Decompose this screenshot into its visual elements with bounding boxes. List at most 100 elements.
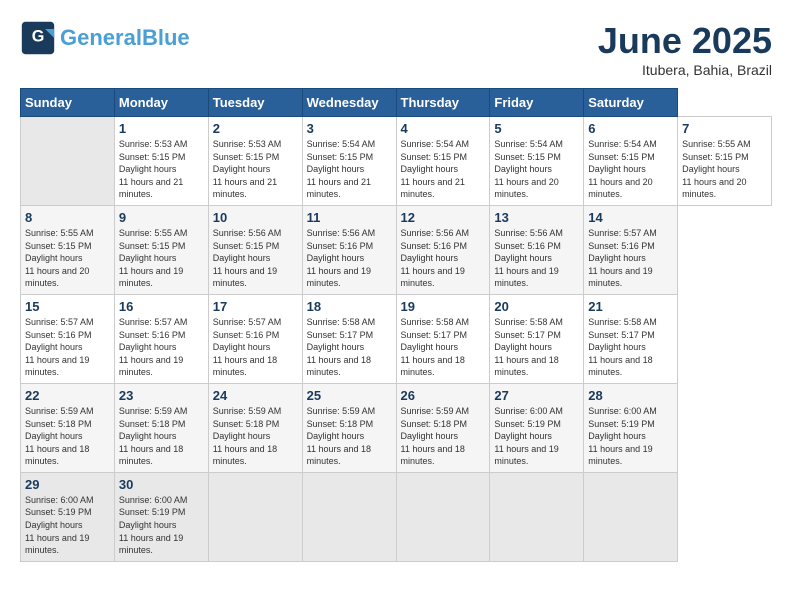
header-monday: Monday bbox=[114, 89, 208, 117]
day-info: Sunrise: 6:00 AMSunset: 5:19 PMDaylight … bbox=[494, 405, 579, 468]
day-info: Sunrise: 5:54 AMSunset: 5:15 PMDaylight … bbox=[494, 138, 579, 201]
day-info: Sunrise: 5:57 AMSunset: 5:16 PMDaylight … bbox=[25, 316, 110, 379]
day-info: Sunrise: 5:56 AMSunset: 5:15 PMDaylight … bbox=[213, 227, 298, 290]
day-cell: 28 Sunrise: 6:00 AMSunset: 5:19 PMDayligh… bbox=[584, 383, 678, 472]
header-sunday: Sunday bbox=[21, 89, 115, 117]
day-info: Sunrise: 5:58 AMSunset: 5:17 PMDaylight … bbox=[588, 316, 673, 379]
day-number: 26 bbox=[401, 388, 486, 403]
day-info: Sunrise: 5:56 AMSunset: 5:16 PMDaylight … bbox=[307, 227, 392, 290]
calendar-subtitle: Itubera, Bahia, Brazil bbox=[598, 62, 772, 78]
day-cell: 17 Sunrise: 5:57 AMSunset: 5:16 PMDayligh… bbox=[208, 294, 302, 383]
day-info: Sunrise: 5:59 AMSunset: 5:18 PMDaylight … bbox=[307, 405, 392, 468]
day-cell: 16Sunrise: 5:57 AMSunset: 5:16 PMDayligh… bbox=[114, 294, 208, 383]
day-cell bbox=[21, 117, 115, 206]
day-info: Sunrise: 5:57 AMSunset: 5:16 PMDaylight … bbox=[213, 316, 298, 379]
calendar-title: June 2025 bbox=[598, 20, 772, 62]
day-info: Sunrise: 5:59 AMSunset: 5:18 PMDaylight … bbox=[213, 405, 298, 468]
day-info: Sunrise: 5:56 AMSunset: 5:16 PMDaylight … bbox=[494, 227, 579, 290]
header-saturday: Saturday bbox=[584, 89, 678, 117]
day-number: 28 bbox=[588, 388, 673, 403]
day-number: 2 bbox=[213, 121, 298, 136]
day-number: 5 bbox=[494, 121, 579, 136]
week-row-1: 1 Sunrise: 5:53 AMSunset: 5:15 PMDaylight… bbox=[21, 117, 772, 206]
week-row-3: 15 Sunrise: 5:57 AMSunset: 5:16 PMDayligh… bbox=[21, 294, 772, 383]
day-cell: 19Sunrise: 5:58 AMSunset: 5:17 PMDayligh… bbox=[396, 294, 490, 383]
day-info: Sunrise: 5:55 AMSunset: 5:15 PMDaylight … bbox=[25, 227, 110, 290]
day-info: Sunrise: 5:54 AMSunset: 5:15 PMDaylight … bbox=[588, 138, 673, 201]
day-cell: 5 Sunrise: 5:54 AMSunset: 5:15 PMDaylight… bbox=[490, 117, 584, 206]
day-number: 27 bbox=[494, 388, 579, 403]
day-cell: 29 Sunrise: 6:00 AMSunset: 5:19 PMDayligh… bbox=[21, 472, 115, 561]
day-number: 13 bbox=[494, 210, 579, 225]
day-cell bbox=[208, 472, 302, 561]
day-cell: 11 Sunrise: 5:56 AMSunset: 5:16 PMDayligh… bbox=[302, 205, 396, 294]
header-wednesday: Wednesday bbox=[302, 89, 396, 117]
day-info: Sunrise: 5:57 AMSunset: 5:16 PMDaylight … bbox=[588, 227, 673, 290]
day-info: Sunrise: 5:55 AMSunset: 5:15 PMDaylight … bbox=[119, 227, 204, 290]
day-cell: 25 Sunrise: 5:59 AMSunset: 5:18 PMDayligh… bbox=[302, 383, 396, 472]
day-cell: 24Sunrise: 5:59 AMSunset: 5:18 PMDayligh… bbox=[208, 383, 302, 472]
week-row-5: 29 Sunrise: 6:00 AMSunset: 5:19 PMDayligh… bbox=[21, 472, 772, 561]
day-number: 10 bbox=[213, 210, 298, 225]
day-cell: 3 Sunrise: 5:54 AMSunset: 5:15 PMDaylight… bbox=[302, 117, 396, 206]
day-cell: 30Sunrise: 6:00 AMSunset: 5:19 PMDayligh… bbox=[114, 472, 208, 561]
day-cell: 15 Sunrise: 5:57 AMSunset: 5:16 PMDayligh… bbox=[21, 294, 115, 383]
logo-text: GeneralBlue bbox=[60, 26, 190, 50]
day-cell: 26 Sunrise: 5:59 AMSunset: 5:18 PMDayligh… bbox=[396, 383, 490, 472]
day-info: Sunrise: 5:54 AMSunset: 5:15 PMDaylight … bbox=[307, 138, 392, 201]
day-info: Sunrise: 5:53 AMSunset: 5:15 PMDaylight … bbox=[119, 138, 204, 201]
day-number: 8 bbox=[25, 210, 110, 225]
day-cell: 2 Sunrise: 5:53 AMSunset: 5:15 PMDaylight… bbox=[208, 117, 302, 206]
day-info: Sunrise: 5:54 AMSunset: 5:15 PMDaylight … bbox=[401, 138, 486, 201]
day-number: 23 bbox=[119, 388, 204, 403]
day-number: 17 bbox=[213, 299, 298, 314]
day-number: 19 bbox=[401, 299, 486, 314]
day-cell: 14 Sunrise: 5:57 AMSunset: 5:16 PMDayligh… bbox=[584, 205, 678, 294]
day-info: Sunrise: 5:58 AMSunset: 5:17 PMDaylight … bbox=[307, 316, 392, 379]
day-number: 14 bbox=[588, 210, 673, 225]
day-number: 18 bbox=[307, 299, 392, 314]
day-number: 12 bbox=[401, 210, 486, 225]
day-number: 16 bbox=[119, 299, 204, 314]
day-info: Sunrise: 6:00 AMSunset: 5:19 PMDaylight … bbox=[25, 494, 110, 557]
day-number: 6 bbox=[588, 121, 673, 136]
day-info: Sunrise: 6:00 AMSunset: 5:19 PMDaylight … bbox=[119, 494, 204, 557]
day-number: 29 bbox=[25, 477, 110, 492]
day-number: 21 bbox=[588, 299, 673, 314]
header-thursday: Thursday bbox=[396, 89, 490, 117]
day-number: 25 bbox=[307, 388, 392, 403]
day-cell bbox=[302, 472, 396, 561]
logo-icon: G bbox=[20, 20, 56, 56]
day-number: 15 bbox=[25, 299, 110, 314]
day-cell: 18 Sunrise: 5:58 AMSunset: 5:17 PMDayligh… bbox=[302, 294, 396, 383]
day-info: Sunrise: 5:56 AMSunset: 5:16 PMDaylight … bbox=[401, 227, 486, 290]
day-cell: 6 Sunrise: 5:54 AMSunset: 5:15 PMDaylight… bbox=[584, 117, 678, 206]
header-row: SundayMondayTuesdayWednesdayThursdayFrid… bbox=[21, 89, 772, 117]
day-cell: 7Sunrise: 5:55 AMSunset: 5:15 PMDaylight… bbox=[678, 117, 772, 206]
title-area: June 2025 Itubera, Bahia, Brazil bbox=[598, 20, 772, 78]
day-number: 4 bbox=[401, 121, 486, 136]
calendar-table: SundayMondayTuesdayWednesdayThursdayFrid… bbox=[20, 88, 772, 562]
page-header: G GeneralBlue June 2025 Itubera, Bahia, … bbox=[20, 20, 772, 78]
day-number: 20 bbox=[494, 299, 579, 314]
logo: G GeneralBlue bbox=[20, 20, 190, 56]
day-cell: 20Sunrise: 5:58 AMSunset: 5:17 PMDayligh… bbox=[490, 294, 584, 383]
day-number: 3 bbox=[307, 121, 392, 136]
day-cell: 9 Sunrise: 5:55 AMSunset: 5:15 PMDaylight… bbox=[114, 205, 208, 294]
day-number: 22 bbox=[25, 388, 110, 403]
day-info: Sunrise: 6:00 AMSunset: 5:19 PMDaylight … bbox=[588, 405, 673, 468]
week-row-4: 22 Sunrise: 5:59 AMSunset: 5:18 PMDayligh… bbox=[21, 383, 772, 472]
day-info: Sunrise: 5:53 AMSunset: 5:15 PMDaylight … bbox=[213, 138, 298, 201]
day-cell bbox=[584, 472, 678, 561]
day-cell: 23 Sunrise: 5:59 AMSunset: 5:18 PMDayligh… bbox=[114, 383, 208, 472]
day-info: Sunrise: 5:59 AMSunset: 5:18 PMDaylight … bbox=[401, 405, 486, 468]
day-cell: 21 Sunrise: 5:58 AMSunset: 5:17 PMDayligh… bbox=[584, 294, 678, 383]
day-cell: 12 Sunrise: 5:56 AMSunset: 5:16 PMDayligh… bbox=[396, 205, 490, 294]
day-number: 1 bbox=[119, 121, 204, 136]
day-number: 11 bbox=[307, 210, 392, 225]
day-number: 9 bbox=[119, 210, 204, 225]
day-cell bbox=[396, 472, 490, 561]
header-friday: Friday bbox=[490, 89, 584, 117]
day-cell bbox=[490, 472, 584, 561]
day-info: Sunrise: 5:59 AMSunset: 5:18 PMDaylight … bbox=[119, 405, 204, 468]
